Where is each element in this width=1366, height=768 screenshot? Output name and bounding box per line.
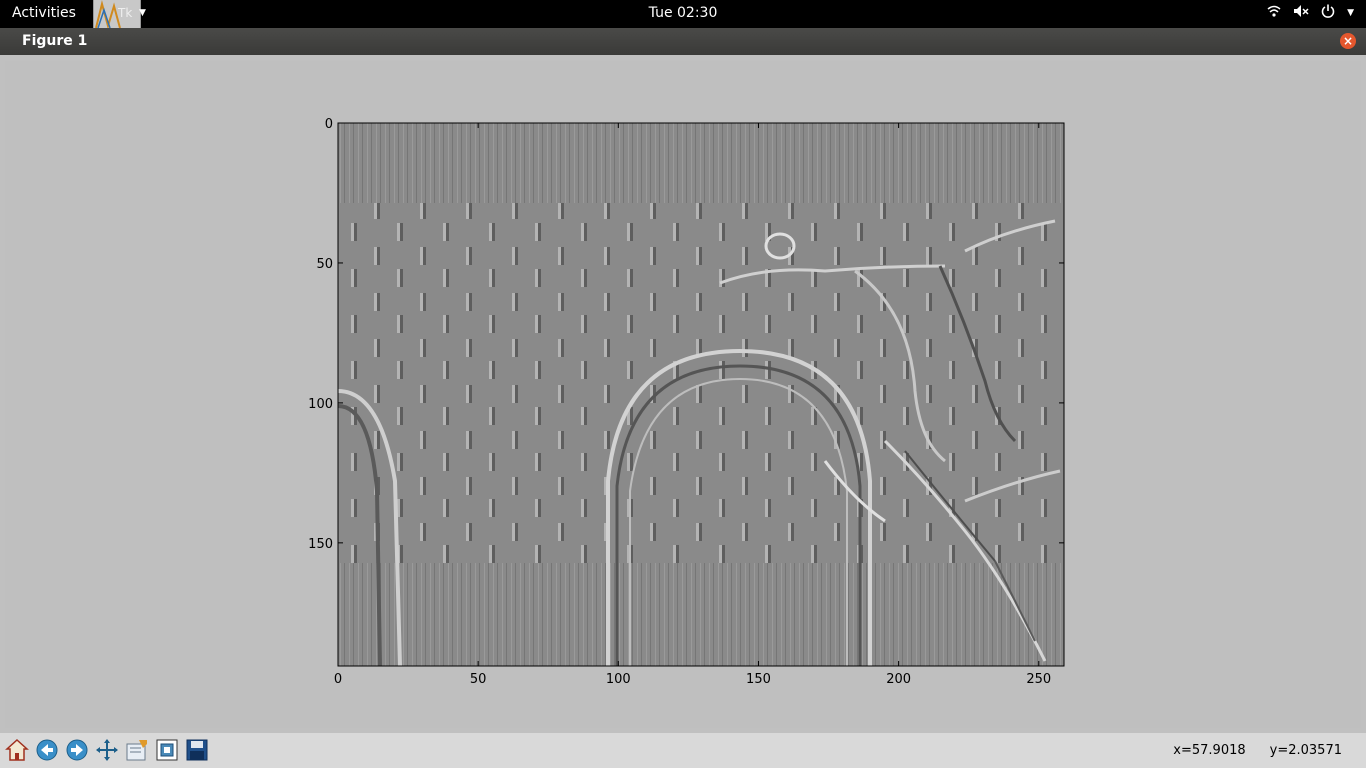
close-window-button[interactable]: × xyxy=(1340,33,1356,49)
window-title: Figure 1 xyxy=(22,33,88,49)
pan-button[interactable] xyxy=(94,737,120,763)
save-button[interactable] xyxy=(184,737,210,763)
y-tick-label: 0 xyxy=(325,117,333,132)
y-tick-label: 150 xyxy=(308,537,333,552)
pan-icon xyxy=(96,739,118,761)
y-tick-label: 100 xyxy=(308,397,333,412)
window-titlebar[interactable]: Figure 1 × xyxy=(0,28,1366,55)
power-icon[interactable] xyxy=(1321,4,1335,22)
configure-subplots-button[interactable] xyxy=(124,737,150,763)
back-icon xyxy=(36,739,58,761)
home-icon xyxy=(5,738,29,761)
system-tray[interactable]: ▼ xyxy=(1267,4,1354,22)
x-tick-label: 0 xyxy=(334,672,342,687)
coord-x: x=57.9018 xyxy=(1173,743,1246,758)
system-menu-caret-icon[interactable]: ▼ xyxy=(1347,8,1354,18)
configure-subplots-icon xyxy=(126,740,147,761)
zoom-icon xyxy=(156,739,178,761)
home-button[interactable] xyxy=(4,737,30,763)
forward-icon xyxy=(66,739,88,761)
save-icon xyxy=(186,739,208,761)
coord-y: y=2.03571 xyxy=(1269,743,1342,758)
image-display xyxy=(338,123,1064,666)
cursor-coordinates: x=57.9018 y=2.03571 xyxy=(1173,743,1342,758)
zoom-button[interactable] xyxy=(154,737,180,763)
plot-axes[interactable]: 0 50 100 150 200 250 0 50 100 150 xyxy=(5,61,1361,728)
x-tick-label: 150 xyxy=(746,672,771,687)
wifi-icon[interactable] xyxy=(1267,4,1281,22)
y-tick-label: 50 xyxy=(316,257,333,272)
clock[interactable]: Tue 02:30 xyxy=(0,5,1366,21)
x-tick-label: 200 xyxy=(886,672,911,687)
top-bar: Activities Tk ▼ Tue 02:30 ▼ xyxy=(0,0,1366,28)
x-tick-label: 50 xyxy=(470,672,487,687)
x-tick-label: 250 xyxy=(1026,672,1051,687)
navigation-toolbar: x=57.9018 y=2.03571 xyxy=(0,733,1366,768)
forward-button[interactable] xyxy=(64,737,90,763)
figure-canvas[interactable]: 0 50 100 150 200 250 0 50 100 150 xyxy=(5,61,1361,728)
x-tick-label: 100 xyxy=(606,672,631,687)
volume-muted-icon[interactable] xyxy=(1293,4,1309,22)
back-button[interactable] xyxy=(34,737,60,763)
